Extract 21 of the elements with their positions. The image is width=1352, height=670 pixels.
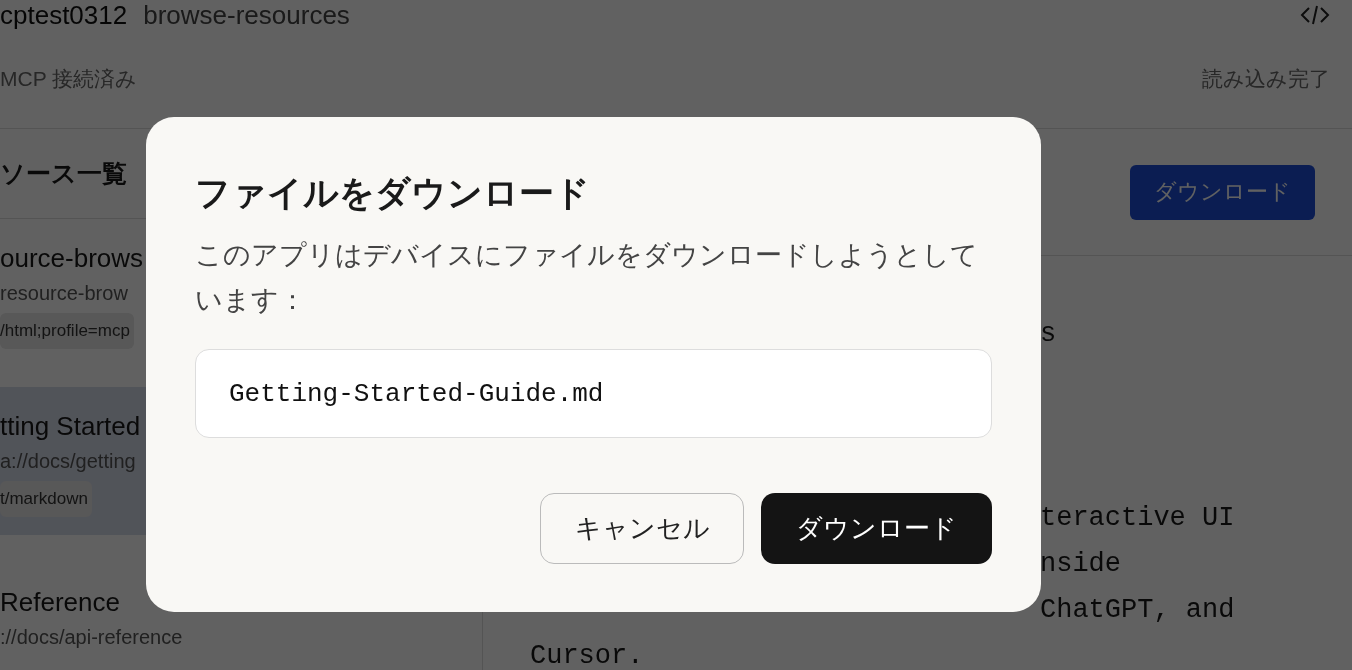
- connection-status: MCP 接続済み: [0, 66, 138, 92]
- resource-title: Reference: [0, 587, 120, 618]
- dialog-message: このアプリはデバイスにファイルをダウンロードしようとしています：: [195, 239, 979, 317]
- content-line: s: [1040, 319, 1057, 349]
- resource-uri: a://docs/getting: [0, 450, 136, 473]
- resource-uri: ://docs/api-reference: [0, 626, 183, 649]
- app-subtitle: browse-resources: [143, 0, 350, 31]
- app-title: cptest0312: [0, 0, 128, 31]
- resource-title: tting Started: [0, 411, 141, 442]
- content-line: teractive UI: [1040, 503, 1235, 533]
- filename-field: Getting-Started-Guide.md: [195, 349, 992, 438]
- content-line: Cursor.: [530, 641, 644, 670]
- content-line: nside: [1040, 549, 1121, 579]
- mime-tag: t/markdown: [0, 481, 92, 517]
- sidebar-heading: ソース一覧: [0, 158, 127, 189]
- content-line: ChatGPT, and: [1040, 595, 1235, 625]
- dialog-title: ファイルをダウンロード: [195, 172, 591, 214]
- resource-title: ource-brows: [0, 243, 144, 274]
- resource-uri: resource-brow: [0, 282, 128, 305]
- load-status: 読み込み完了: [1202, 66, 1330, 92]
- mime-tag: /html;profile=mcp: [0, 313, 134, 349]
